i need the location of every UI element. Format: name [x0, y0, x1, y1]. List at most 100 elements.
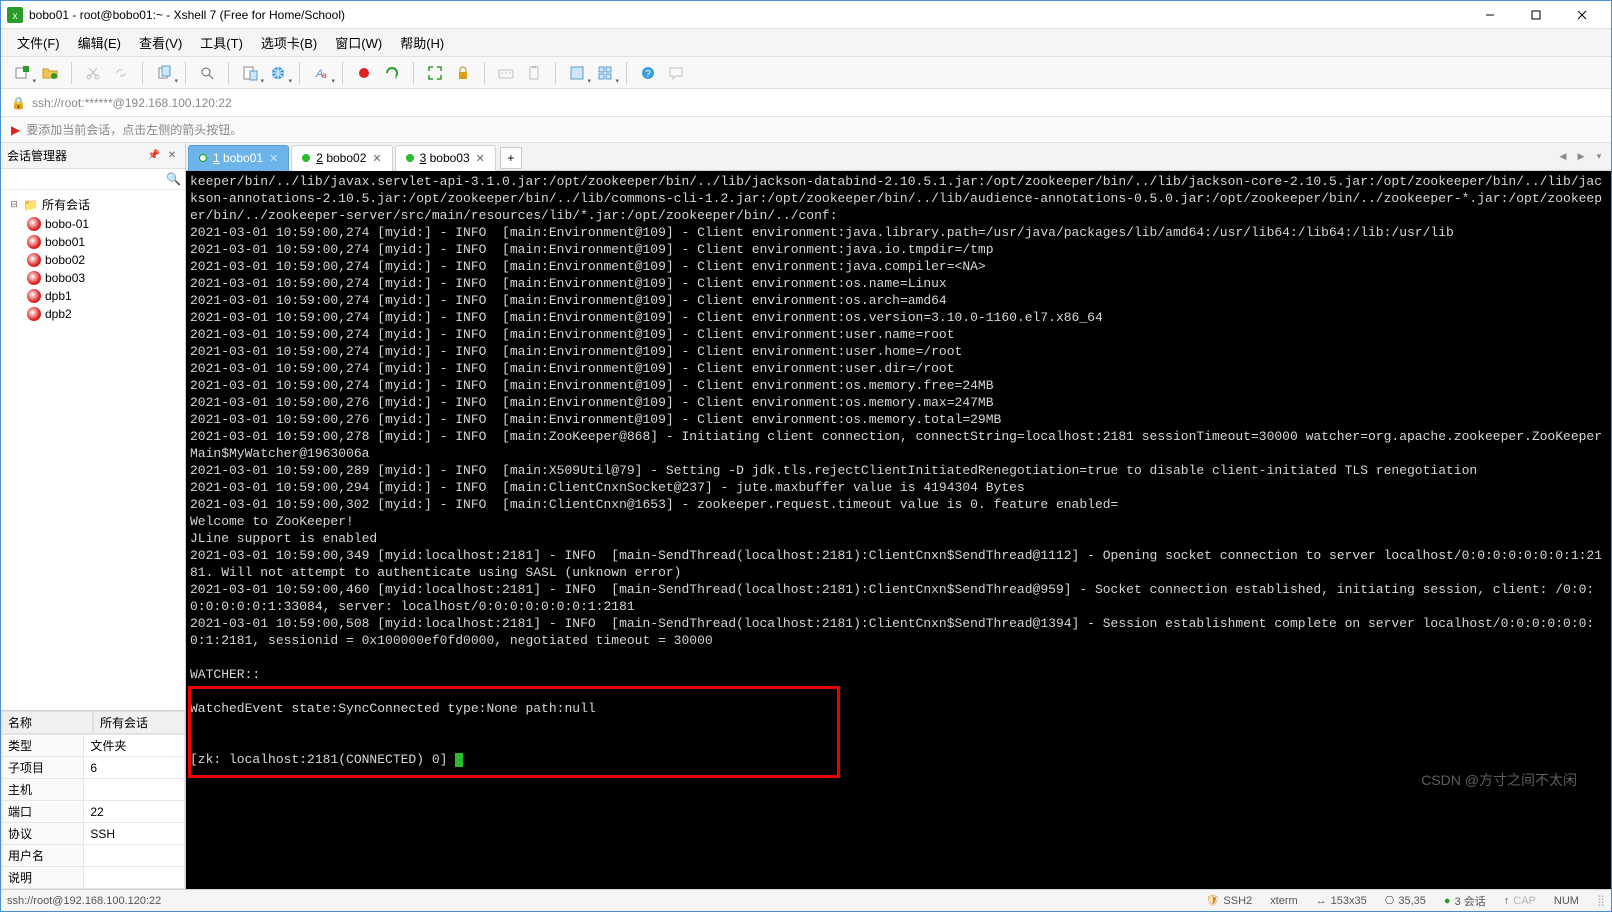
status-cap: ↑CAP: [1504, 895, 1536, 907]
record-button[interactable]: [353, 62, 375, 84]
toolbar-separator: [626, 62, 627, 84]
toolbar-separator: [342, 62, 343, 84]
font-button[interactable]: Aa: [310, 62, 332, 84]
toolbar-separator: [555, 62, 556, 84]
resize-grip[interactable]: ⣿: [1597, 894, 1605, 907]
menu-编辑(E)[interactable]: 编辑(E): [70, 29, 129, 56]
copy-button[interactable]: [153, 62, 175, 84]
prop-key: 协议: [2, 823, 84, 845]
globe-button[interactable]: [267, 62, 289, 84]
shield-icon: 🛡: [1205, 894, 1219, 907]
position-icon: ⎔: [1385, 894, 1395, 907]
toolbar-separator: [413, 62, 414, 84]
prop-value: 22: [84, 801, 185, 823]
statusbar: ssh://root@192.168.100.120:22 🛡SSH2 xter…: [1, 889, 1611, 911]
prop-key: 端口: [2, 801, 84, 823]
tab-next-button[interactable]: ▶: [1573, 149, 1589, 165]
toolbar-separator: [142, 62, 143, 84]
status-size: ↔153x35: [1316, 895, 1367, 907]
status-dot-icon: [199, 154, 207, 162]
panel-close-button[interactable]: ✕: [165, 149, 179, 163]
tab-menu-button[interactable]: ▾: [1591, 149, 1607, 165]
prop-key: 类型: [2, 735, 84, 757]
tree-session-bobo02[interactable]: bobo02: [1, 251, 185, 269]
close-button[interactable]: [1559, 1, 1605, 29]
toolbar: Aa ?: [1, 57, 1611, 89]
minimize-button[interactable]: [1467, 1, 1513, 29]
hintbar: ▶ 要添加当前会话，点击左侧的箭头按钮。: [1, 117, 1611, 143]
status-ssh: 🛡SSH2: [1205, 894, 1252, 907]
paste-button[interactable]: [239, 62, 261, 84]
tree-session-dpb2[interactable]: dpb2: [1, 305, 185, 323]
tab-bobo01[interactable]: 1 bobo01✕: [188, 145, 289, 171]
new-session-button[interactable]: [11, 62, 33, 84]
tree-session-bobo03[interactable]: bobo03: [1, 269, 185, 287]
terminal-cursor: [455, 753, 463, 767]
tabstrip: 1 bobo01✕2 bobo02✕3 bobo03✕+ ◀ ▶ ▾: [186, 143, 1611, 171]
keyboard-button[interactable]: [495, 62, 517, 84]
tree-session-dpb1[interactable]: dpb1: [1, 287, 185, 305]
fullscreen-button[interactable]: [424, 62, 446, 84]
search-button[interactable]: [196, 62, 218, 84]
cut-button[interactable]: [82, 62, 104, 84]
svg-text:x: x: [13, 11, 18, 22]
prop-key: 用户名: [2, 845, 84, 867]
new-folder-button[interactable]: [39, 62, 61, 84]
help-button[interactable]: ?: [637, 62, 659, 84]
menu-选项卡(B)[interactable]: 选项卡(B): [253, 29, 325, 56]
terminal-prompt: [zk: localhost:2181(CONNECTED) 0]: [190, 752, 455, 767]
prop-value: 文件夹: [84, 735, 185, 757]
menu-工具(T)[interactable]: 工具(T): [192, 29, 251, 56]
tab-close-icon[interactable]: ✕: [269, 152, 278, 165]
prop-value: [84, 867, 185, 889]
menu-窗口(W)[interactable]: 窗口(W): [327, 29, 390, 56]
tab-bobo02[interactable]: 2 bobo02✕: [291, 145, 392, 171]
flag-icon: ▶: [11, 123, 20, 137]
maximize-button[interactable]: [1513, 1, 1559, 29]
tab-close-icon[interactable]: ✕: [476, 152, 485, 165]
tree-session-bobo01[interactable]: bobo01: [1, 233, 185, 251]
tab-prev-button[interactable]: ◀: [1555, 149, 1571, 165]
refresh-button[interactable]: [381, 62, 403, 84]
session-tree[interactable]: ⊟📁所有会话bobo-01bobo01bobo02bobo03dpb1dpb2: [1, 190, 185, 710]
session-icon: [27, 271, 41, 285]
tab-close-icon[interactable]: ✕: [372, 152, 381, 165]
menu-文件(F)[interactable]: 文件(F): [9, 29, 68, 56]
session-icon: [27, 307, 41, 321]
address-input[interactable]: [32, 96, 1601, 110]
window-layout-button[interactable]: [566, 62, 588, 84]
link-button[interactable]: [110, 62, 132, 84]
prop-value: [84, 845, 185, 867]
prop-value: [84, 779, 185, 801]
status-cursor: ⎔35,35: [1385, 894, 1426, 907]
tile-button[interactable]: [594, 62, 616, 84]
tree-session-bobo-01[interactable]: bobo-01: [1, 215, 185, 233]
sessions-icon: ●: [1444, 895, 1451, 907]
status-num: NUM: [1554, 895, 1579, 907]
menu-帮助(H)[interactable]: 帮助(H): [392, 29, 452, 56]
tab-add-button[interactable]: +: [500, 147, 522, 169]
prop-key: 主机: [2, 779, 84, 801]
menubar: 文件(F)编辑(E)查看(V)工具(T)选项卡(B)窗口(W)帮助(H): [1, 29, 1611, 57]
props-header-name[interactable]: 名称: [1, 711, 93, 734]
hint-text: 要添加当前会话，点击左侧的箭头按钮。: [26, 121, 242, 138]
status-sessions: ●3 会话: [1444, 893, 1486, 909]
chat-button[interactable]: [665, 62, 687, 84]
lock-button[interactable]: [452, 62, 474, 84]
pin-button[interactable]: 📌: [147, 149, 161, 163]
search-icon: 🔍: [166, 172, 181, 186]
session-icon: [27, 235, 41, 249]
tree-root[interactable]: ⊟📁所有会话: [1, 194, 185, 215]
toolbar-separator: [484, 62, 485, 84]
props-header-value[interactable]: 所有会话: [93, 711, 185, 734]
toolbar-separator: [71, 62, 72, 84]
grid-icon: ↔: [1316, 895, 1327, 907]
session-search-input[interactable]: [5, 172, 166, 186]
prop-key: 子项目: [2, 757, 84, 779]
folder-icon: 📁: [23, 198, 38, 212]
menu-查看(V)[interactable]: 查看(V): [131, 29, 190, 56]
clipboard-button[interactable]: [523, 62, 545, 84]
terminal[interactable]: keeper/bin/../lib/javax.servlet-api-3.1.…: [186, 171, 1611, 889]
toolbar-separator: [185, 62, 186, 84]
tab-bobo03[interactable]: 3 bobo03✕: [395, 145, 496, 171]
